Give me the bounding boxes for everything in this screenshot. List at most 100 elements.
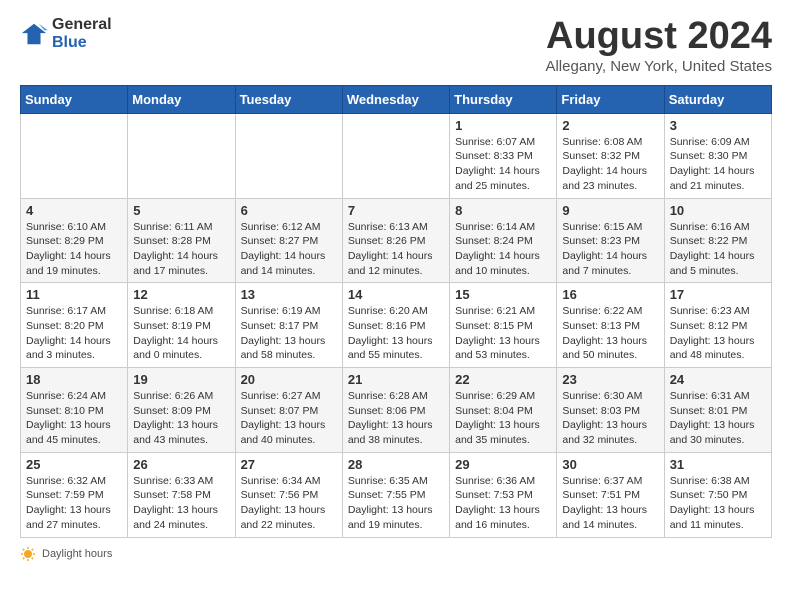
day-number: 15 bbox=[455, 287, 551, 302]
day-number: 14 bbox=[348, 287, 444, 302]
weekday-header: Monday bbox=[128, 85, 235, 113]
calendar-cell bbox=[235, 113, 342, 198]
day-info: Sunrise: 6:11 AM Sunset: 8:28 PM Dayligh… bbox=[133, 220, 229, 279]
calendar-cell: 11Sunrise: 6:17 AM Sunset: 8:20 PM Dayli… bbox=[21, 283, 128, 368]
day-number: 7 bbox=[348, 203, 444, 218]
calendar-cell: 9 Sunrise: 6:15 AM Sunset: 8:23 PM Daylig… bbox=[557, 198, 664, 283]
day-number: 26 bbox=[133, 457, 229, 472]
day-info: Sunrise: 6:21 AM Sunset: 8:15 PM Dayligh… bbox=[455, 304, 551, 363]
calendar-cell bbox=[342, 113, 449, 198]
calendar-cell: 24 Sunrise: 6:31 AM Sunset: 8:01 PM Dayli… bbox=[664, 368, 771, 453]
day-number: 18 bbox=[26, 372, 122, 387]
day-number: 8 bbox=[455, 203, 551, 218]
day-number: 12 bbox=[133, 287, 229, 302]
page-title: August 2024 bbox=[545, 16, 772, 58]
calendar-cell: 25Sunrise: 6:32 AM Sunset: 7:59 PM Dayli… bbox=[21, 452, 128, 537]
day-number: 13 bbox=[241, 287, 337, 302]
calendar-header: SundayMondayTuesdayWednesdayThursdayFrid… bbox=[21, 85, 772, 113]
weekday-header: Saturday bbox=[664, 85, 771, 113]
weekday-header: Wednesday bbox=[342, 85, 449, 113]
calendar-week-row: 18 Sunrise: 6:24 AM Sunset: 8:10 PM Dayli… bbox=[21, 368, 772, 453]
day-info: Sunrise: 6:37 AM Sunset: 7:51 PM Dayligh… bbox=[562, 474, 658, 533]
day-number: 25 bbox=[26, 457, 122, 472]
day-number: 3 bbox=[670, 118, 766, 133]
weekday-header: Thursday bbox=[450, 85, 557, 113]
day-number: 10 bbox=[670, 203, 766, 218]
day-info: Sunrise: 6:26 AM Sunset: 8:09 PM Dayligh… bbox=[133, 389, 229, 448]
day-number: 11 bbox=[26, 287, 122, 302]
calendar-cell bbox=[21, 113, 128, 198]
day-info: Sunrise: 6:33 AM Sunset: 7:58 PM Dayligh… bbox=[133, 474, 229, 533]
day-info: Sunrise: 6:15 AM Sunset: 8:23 PM Dayligh… bbox=[562, 220, 658, 279]
calendar-cell: 31Sunrise: 6:38 AM Sunset: 7:50 PM Dayli… bbox=[664, 452, 771, 537]
day-info: Sunrise: 6:19 AM Sunset: 8:17 PM Dayligh… bbox=[241, 304, 337, 363]
logo-icon bbox=[20, 20, 48, 48]
day-info: Sunrise: 6:09 AM Sunset: 8:30 PM Dayligh… bbox=[670, 135, 766, 194]
calendar-cell: 4 Sunrise: 6:10 AM Sunset: 8:29 PM Daylig… bbox=[21, 198, 128, 283]
calendar-cell: 7Sunrise: 6:13 AM Sunset: 8:26 PM Daylig… bbox=[342, 198, 449, 283]
calendar-cell: 21 Sunrise: 6:28 AM Sunset: 8:06 PM Dayli… bbox=[342, 368, 449, 453]
day-info: Sunrise: 6:27 AM Sunset: 8:07 PM Dayligh… bbox=[241, 389, 337, 448]
day-number: 9 bbox=[562, 203, 658, 218]
day-info: Sunrise: 6:34 AM Sunset: 7:56 PM Dayligh… bbox=[241, 474, 337, 533]
title-area: August 2024 Allegany, New York, United S… bbox=[545, 16, 772, 75]
day-info: Sunrise: 6:20 AM Sunset: 8:16 PM Dayligh… bbox=[348, 304, 444, 363]
calendar-body: 1Sunrise: 6:07 AM Sunset: 8:33 PM Daylig… bbox=[21, 113, 772, 537]
weekday-header-row: SundayMondayTuesdayWednesdayThursdayFrid… bbox=[21, 85, 772, 113]
day-number: 2 bbox=[562, 118, 658, 133]
calendar-week-row: 4 Sunrise: 6:10 AM Sunset: 8:29 PM Daylig… bbox=[21, 198, 772, 283]
calendar-cell: 28Sunrise: 6:35 AM Sunset: 7:55 PM Dayli… bbox=[342, 452, 449, 537]
calendar-week-row: 11Sunrise: 6:17 AM Sunset: 8:20 PM Dayli… bbox=[21, 283, 772, 368]
day-info: Sunrise: 6:12 AM Sunset: 8:27 PM Dayligh… bbox=[241, 220, 337, 279]
day-number: 29 bbox=[455, 457, 551, 472]
calendar-cell: 6Sunrise: 6:12 AM Sunset: 8:27 PM Daylig… bbox=[235, 198, 342, 283]
day-info: Sunrise: 6:28 AM Sunset: 8:06 PM Dayligh… bbox=[348, 389, 444, 448]
day-number: 21 bbox=[348, 372, 444, 387]
sun-icon bbox=[20, 546, 36, 562]
calendar-cell: 19 Sunrise: 6:26 AM Sunset: 8:09 PM Dayli… bbox=[128, 368, 235, 453]
day-info: Sunrise: 6:30 AM Sunset: 8:03 PM Dayligh… bbox=[562, 389, 658, 448]
calendar-cell: 13 Sunrise: 6:19 AM Sunset: 8:17 PM Dayli… bbox=[235, 283, 342, 368]
calendar-cell: 8 Sunrise: 6:14 AM Sunset: 8:24 PM Daylig… bbox=[450, 198, 557, 283]
day-info: Sunrise: 6:31 AM Sunset: 8:01 PM Dayligh… bbox=[670, 389, 766, 448]
calendar-cell: 16 Sunrise: 6:22 AM Sunset: 8:13 PM Dayli… bbox=[557, 283, 664, 368]
day-number: 17 bbox=[670, 287, 766, 302]
calendar-cell: 23Sunrise: 6:30 AM Sunset: 8:03 PM Dayli… bbox=[557, 368, 664, 453]
day-info: Sunrise: 6:24 AM Sunset: 8:10 PM Dayligh… bbox=[26, 389, 122, 448]
day-info: Sunrise: 6:10 AM Sunset: 8:29 PM Dayligh… bbox=[26, 220, 122, 279]
calendar-cell: 14 Sunrise: 6:20 AM Sunset: 8:16 PM Dayli… bbox=[342, 283, 449, 368]
logo-general-text: General bbox=[52, 16, 112, 34]
calendar-cell: 30 Sunrise: 6:37 AM Sunset: 7:51 PM Dayli… bbox=[557, 452, 664, 537]
calendar-cell: 12 Sunrise: 6:18 AM Sunset: 8:19 PM Dayli… bbox=[128, 283, 235, 368]
day-number: 30 bbox=[562, 457, 658, 472]
logo-text: General Blue bbox=[52, 16, 112, 51]
weekday-header: Friday bbox=[557, 85, 664, 113]
day-number: 22 bbox=[455, 372, 551, 387]
weekday-header: Tuesday bbox=[235, 85, 342, 113]
logo-blue-text: Blue bbox=[52, 34, 112, 52]
day-info: Sunrise: 6:29 AM Sunset: 8:04 PM Dayligh… bbox=[455, 389, 551, 448]
day-info: Sunrise: 6:36 AM Sunset: 7:53 PM Dayligh… bbox=[455, 474, 551, 533]
day-number: 24 bbox=[670, 372, 766, 387]
day-number: 4 bbox=[26, 203, 122, 218]
header: General Blue August 2024 Allegany, New Y… bbox=[20, 16, 772, 75]
calendar-table: SundayMondayTuesdayWednesdayThursdayFrid… bbox=[20, 85, 772, 538]
calendar-cell: 17Sunrise: 6:23 AM Sunset: 8:12 PM Dayli… bbox=[664, 283, 771, 368]
calendar-week-row: 1Sunrise: 6:07 AM Sunset: 8:33 PM Daylig… bbox=[21, 113, 772, 198]
day-info: Sunrise: 6:16 AM Sunset: 8:22 PM Dayligh… bbox=[670, 220, 766, 279]
footer: Daylight hours bbox=[20, 546, 772, 562]
weekday-header: Sunday bbox=[21, 85, 128, 113]
logo: General Blue bbox=[20, 16, 112, 51]
calendar-cell: 15 Sunrise: 6:21 AM Sunset: 8:15 PM Dayli… bbox=[450, 283, 557, 368]
day-number: 16 bbox=[562, 287, 658, 302]
day-info: Sunrise: 6:14 AM Sunset: 8:24 PM Dayligh… bbox=[455, 220, 551, 279]
footer-label: Daylight hours bbox=[42, 548, 112, 560]
calendar-cell: 10 Sunrise: 6:16 AM Sunset: 8:22 PM Dayli… bbox=[664, 198, 771, 283]
calendar-cell: 27Sunrise: 6:34 AM Sunset: 7:56 PM Dayli… bbox=[235, 452, 342, 537]
calendar-cell: 20Sunrise: 6:27 AM Sunset: 8:07 PM Dayli… bbox=[235, 368, 342, 453]
day-info: Sunrise: 6:18 AM Sunset: 8:19 PM Dayligh… bbox=[133, 304, 229, 363]
day-info: Sunrise: 6:22 AM Sunset: 8:13 PM Dayligh… bbox=[562, 304, 658, 363]
day-number: 19 bbox=[133, 372, 229, 387]
day-info: Sunrise: 6:35 AM Sunset: 7:55 PM Dayligh… bbox=[348, 474, 444, 533]
calendar-cell: 5Sunrise: 6:11 AM Sunset: 8:28 PM Daylig… bbox=[128, 198, 235, 283]
